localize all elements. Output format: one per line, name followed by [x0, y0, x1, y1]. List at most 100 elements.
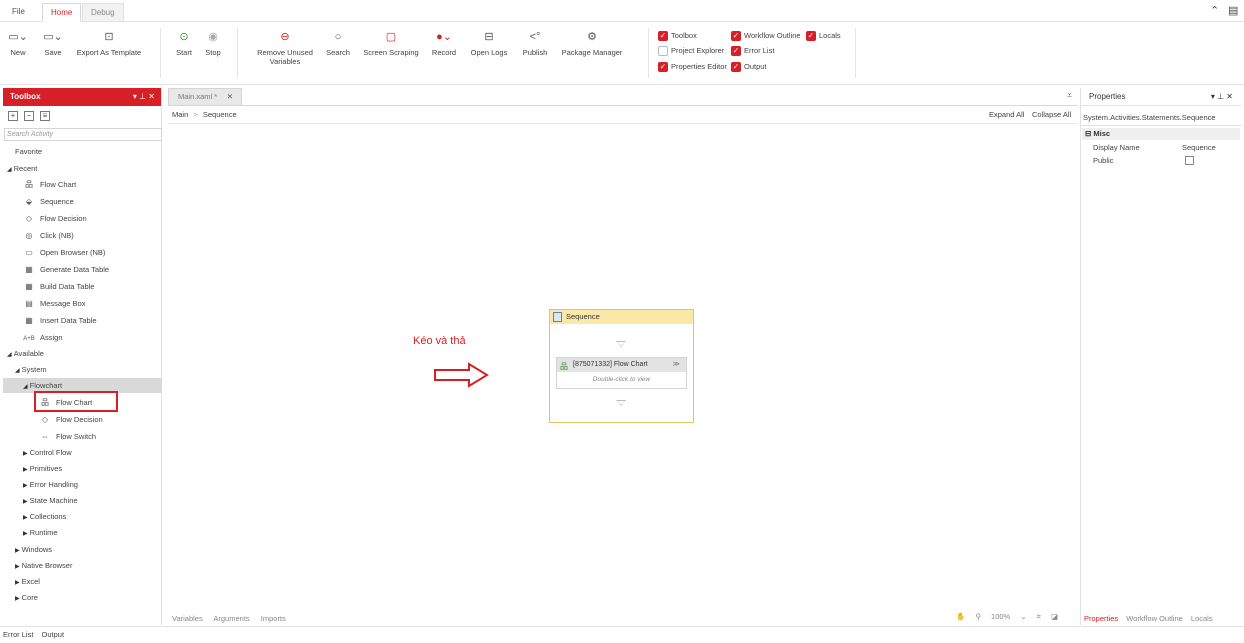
list-item[interactable]: ◇ Flow Decision [39, 412, 103, 427]
check-icon: ✓ [731, 31, 741, 42]
list-view-icon[interactable]: ≡ [40, 111, 50, 121]
start-button[interactable]: ⊙ Start [174, 28, 194, 57]
record-button[interactable]: ●⌄ Record [431, 28, 457, 57]
tree-available[interactable]: ◢ Available [7, 346, 44, 361]
package-manager-button[interactable]: ⚙ Package Manager [561, 28, 623, 57]
collapse-ribbon-icon[interactable]: ⌃ [1210, 4, 1219, 17]
tab-arguments[interactable]: Arguments [213, 614, 249, 623]
tree-group[interactable]: ▶ Excel [15, 574, 40, 589]
tree-favorite[interactable]: Favorite [15, 144, 42, 159]
list-item[interactable]: 品 Flow Chart [23, 177, 76, 192]
property-category[interactable]: ⊟ Misc [1082, 128, 1240, 140]
remove-unused-variables-button[interactable]: ⊖ Remove Unused Variables [254, 28, 316, 66]
tab-error-list[interactable]: Error List [3, 630, 33, 639]
zoom-level[interactable]: 100% [991, 612, 1010, 621]
public-checkbox[interactable] [1185, 156, 1194, 165]
locals-checkbox[interactable]: ✓ Locals [806, 31, 841, 42]
collapsed-arrow-icon: ▶ [15, 580, 20, 586]
tree-group[interactable]: ▶ Primitives [23, 461, 62, 476]
panel-controls-icon[interactable]: ▾ ⊥ ✕ [1211, 88, 1233, 106]
list-item[interactable]: A+B Assign [23, 330, 62, 345]
tab-properties[interactable]: Properties [1084, 614, 1118, 623]
screen-scraping-button[interactable]: ▢ Screen Scraping [363, 28, 419, 57]
tree-group[interactable]: ▶ Error Handling [23, 477, 78, 492]
tree-group[interactable]: ▶ State Machine [23, 493, 78, 508]
tab-output[interactable]: Output [42, 630, 65, 639]
drop-target-icon[interactable] [616, 341, 626, 347]
list-item[interactable]: ◇ Flow Decision [23, 211, 87, 226]
list-item[interactable]: ⇔ Flow Switch [39, 429, 96, 444]
tab-variables[interactable]: Variables [172, 614, 203, 623]
layout-icon[interactable]: ▤ [1228, 4, 1238, 17]
tree-group[interactable]: ▶ Runtime [23, 525, 58, 540]
tree-group[interactable]: ▶ Windows [15, 542, 52, 557]
hand-icon[interactable]: ✋ [956, 612, 965, 621]
overview-icon[interactable]: ◪ [1051, 612, 1058, 621]
close-icon[interactable]: ✕ [227, 89, 233, 105]
document-menu-icon[interactable]: ⩡ [1067, 90, 1072, 101]
list-item[interactable]: ▦ Generate Data Table [23, 262, 109, 277]
group-label: Native Browser [21, 561, 73, 570]
flowchart-title: [875071332] Flow Chart [573, 361, 648, 368]
collapsed-arrow-icon: ▶ [15, 596, 20, 602]
open-logs-button[interactable]: ⊟ Open Logs [470, 28, 508, 57]
breadcrumb-sequence[interactable]: Sequence [203, 110, 237, 119]
list-item[interactable]: ◎ Click (NB) [23, 228, 74, 243]
flowchart-activity[interactable]: 品 [875071332] Flow Chart ≫ Double-click … [556, 357, 687, 389]
fit-to-screen-icon[interactable]: ⌗ [1037, 612, 1041, 621]
list-item[interactable]: ▦ Insert Data Table [23, 313, 96, 328]
tab-imports[interactable]: Imports [261, 614, 286, 623]
message-box-icon: ▤ [25, 299, 33, 308]
tab-debug[interactable]: Debug [82, 3, 124, 22]
save-button[interactable]: ▭⌄ Save [42, 28, 64, 57]
tab-home[interactable]: Home [42, 3, 82, 22]
tree-group[interactable]: ▶ Control Flow [23, 445, 72, 460]
project-explorer-checkbox[interactable]: Project Explorer [658, 46, 724, 57]
properties-editor-checkbox[interactable]: ✓ Properties Editor [658, 62, 727, 73]
tree-group[interactable]: ▶ Core [15, 590, 38, 605]
tab-workflow-outline[interactable]: Workflow Outline [1126, 614, 1183, 623]
tree-recent[interactable]: ◢ Recent [7, 161, 37, 176]
tab-main-xaml[interactable]: Main.xaml * ✕ [168, 88, 242, 106]
item-label: Click (NB) [40, 231, 74, 240]
publish-button[interactable]: <° Publish [521, 28, 549, 57]
breadcrumb-main[interactable]: Main [172, 110, 188, 119]
collapse-all-button[interactable]: Collapse All [1032, 110, 1071, 119]
check-icon: ✓ [731, 46, 741, 57]
zoom-icon[interactable]: ⚲ [975, 612, 981, 621]
new-file-icon: ▭⌄ [8, 31, 28, 43]
error-list-checkbox[interactable]: ✓ Error List [731, 46, 774, 57]
tree-group[interactable]: ▶ Collections [23, 509, 66, 524]
chevron-down-icon[interactable]: ≫ [673, 358, 680, 372]
tab-file[interactable]: File [4, 3, 33, 22]
collapse-all-icon[interactable]: − [24, 111, 34, 121]
list-item[interactable]: ▭ Open Browser (NB) [23, 245, 105, 260]
tab-locals[interactable]: Locals [1191, 614, 1213, 623]
collapsed-arrow-icon: ▶ [23, 467, 28, 473]
tree-group[interactable]: ▶ Native Browser [15, 558, 72, 573]
chevron-down-icon[interactable]: ⌄ [1020, 612, 1026, 621]
stop-button[interactable]: ◉ Stop [203, 28, 223, 57]
toolbox-checkbox[interactable]: ✓ Toolbox [658, 31, 697, 42]
list-item[interactable]: ⬙ Sequence [23, 194, 74, 209]
drop-target-icon[interactable] [616, 400, 626, 406]
export-template-button[interactable]: ⊡ Export As Template [74, 28, 144, 57]
expand-all-button[interactable]: Expand All [989, 110, 1024, 119]
output-checkbox[interactable]: ✓ Output [731, 62, 767, 73]
properties-panel: Properties ▾ ⊥ ✕ System.Activities.State… [1080, 88, 1242, 625]
remove-unused-label: Remove Unused [257, 48, 313, 57]
sequence-activity[interactable]: Sequence 品 [875071332] Flow Chart ≫ Doub… [549, 309, 694, 423]
panel-controls-icon[interactable]: ▾ ⊥ ✕ [133, 88, 155, 106]
new-button[interactable]: ▭⌄ New [8, 28, 28, 57]
list-item[interactable]: ▤ Message Box [23, 296, 85, 311]
tree-system[interactable]: ◢ System [15, 362, 47, 377]
search-button[interactable]: ○ Search [326, 28, 350, 57]
screen-scraping-label: Screen Scraping [363, 48, 419, 57]
display-name-field[interactable]: Sequence [1182, 142, 1216, 154]
workflow-outline-checkbox[interactable]: ✓ Workflow Outline [731, 31, 801, 42]
group-label: Control Flow [29, 448, 72, 457]
list-item[interactable]: ▦ Build Data Table [23, 279, 94, 294]
expand-all-icon[interactable]: + [8, 111, 18, 121]
search-activity-input[interactable]: Search Activity [4, 128, 162, 141]
properties-header: Properties ▾ ⊥ ✕ [1081, 88, 1241, 106]
